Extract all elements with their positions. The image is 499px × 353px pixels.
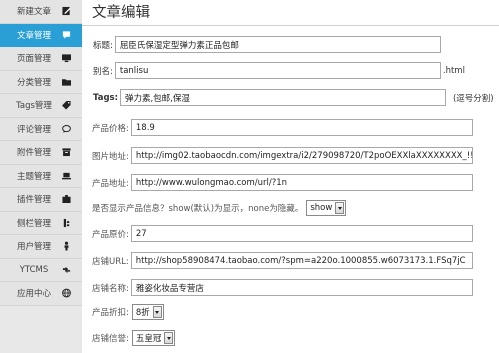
sidebar-icon bbox=[62, 218, 71, 227]
shop-url-row: 店铺URL: http://shop58908474.taobao.com/?s… bbox=[92, 252, 473, 269]
sidebar-item-label: 分类管理 bbox=[16, 77, 51, 88]
discount-select[interactable]: 8折 bbox=[131, 304, 164, 320]
page-title: 文章编辑 bbox=[92, 5, 150, 21]
image-label: 图片地址: bbox=[92, 151, 129, 162]
sidebar-item-ytcms[interactable]: YTCMS bbox=[0, 258, 82, 282]
monitor-icon bbox=[62, 54, 71, 63]
price-input[interactable]: 18.9 bbox=[130, 119, 473, 136]
product-url-row: 产品地址: http://www.wulongmao.com/url/?1n bbox=[92, 174, 473, 191]
sidebar-item-label: YTCMS bbox=[19, 264, 49, 275]
price-label: 产品价格: bbox=[92, 123, 129, 134]
sidebar-item-page-manage[interactable]: 页面管理 bbox=[0, 47, 82, 71]
discount-label: 产品折扣: bbox=[92, 308, 129, 318]
sidebar-item-label: Tags管理 bbox=[16, 101, 52, 112]
sidebar-item-attachment-manage[interactable]: 附件管理 bbox=[0, 141, 82, 165]
orig-price-label: 产品原价: bbox=[92, 229, 129, 240]
sidebar-item-tags-manage[interactable]: Tags管理 bbox=[0, 94, 82, 118]
credit-row: 店铺信誉: 五皇冠 bbox=[92, 330, 176, 346]
image-url-input[interactable]: http://img02.taobaocdn.com/imgextra/i2/2… bbox=[130, 147, 473, 164]
product-url-input[interactable]: http://www.wulongmao.com/url/?1n bbox=[130, 174, 473, 191]
sidebar-item-label: 评论管理 bbox=[16, 124, 51, 135]
shop-name-label: 店铺名称: bbox=[92, 283, 129, 294]
user-icon bbox=[62, 241, 71, 251]
title-label: 标题: bbox=[93, 40, 113, 51]
show-info-label: 是否显示产品信息？show(默认)为显示，none为隐藏。 bbox=[92, 204, 304, 214]
sidebar-item-label: 文章管理 bbox=[16, 30, 51, 41]
orig-price-input[interactable]: 27 bbox=[130, 225, 473, 242]
sidebar-item-label: 应用中心 bbox=[16, 289, 51, 300]
alias-input[interactable]: tanlisu bbox=[114, 62, 441, 79]
shop-name-input[interactable]: 雅姿化妆品专营店 bbox=[130, 279, 473, 296]
globe-icon bbox=[62, 288, 71, 298]
sidebar-item-label: 用户管理 bbox=[16, 242, 51, 253]
sidebar: 新建文章 文章管理 页面管理 分类管理 Tags管理 评论管理 附件管理 主题管… bbox=[0, 0, 82, 353]
credit-selected: 五皇冠 bbox=[135, 334, 162, 344]
sidebar-item-new-article[interactable]: 新建文章 bbox=[0, 0, 82, 24]
puzzle-icon bbox=[62, 195, 71, 204]
sidebar-item-label: 侧栏管理 bbox=[16, 218, 51, 229]
sidebar-item-article-manage[interactable]: 文章管理 bbox=[0, 23, 82, 47]
comment-icon bbox=[62, 30, 71, 39]
sidebar-item-user-manage[interactable]: 用户管理 bbox=[0, 235, 82, 259]
credit-select[interactable]: 五皇冠 bbox=[131, 330, 176, 346]
link-icon bbox=[62, 265, 71, 274]
sidebar-item-label: 新建文章 bbox=[16, 7, 51, 18]
tags-label: Tags: bbox=[93, 92, 118, 103]
speech-bubble-icon bbox=[62, 124, 71, 133]
folder-icon bbox=[62, 77, 71, 86]
alias-label: 别名: bbox=[93, 66, 113, 77]
sidebar-item-label: 插件管理 bbox=[16, 195, 51, 206]
shop-url-label: 店铺URL: bbox=[92, 256, 129, 267]
sidebar-item-theme-manage[interactable]: 主题管理 bbox=[0, 164, 82, 188]
title-input[interactable]: 屈臣氏保湿定型弹力素正品包邮 bbox=[114, 36, 441, 53]
show-info-select[interactable]: show bbox=[306, 200, 347, 216]
laptop-icon bbox=[62, 171, 71, 180]
sidebar-item-app-center[interactable]: 应用中心 bbox=[0, 282, 82, 306]
shop-name-row: 店铺名称: 雅姿化妆品专营店 bbox=[92, 279, 473, 296]
sidebar-item-label: 页面管理 bbox=[16, 54, 51, 65]
show-info-row: 是否显示产品信息？show(默认)为显示，none为隐藏。 show bbox=[92, 200, 347, 216]
sidebar-item-comment-manage[interactable]: 评论管理 bbox=[0, 117, 82, 141]
price-row: 产品价格: 18.9 bbox=[92, 119, 473, 136]
chevron-down-icon bbox=[152, 306, 162, 318]
sidebar-item-sidebar-manage[interactable]: 侧栏管理 bbox=[0, 211, 82, 235]
image-row: 图片地址: http://img02.taobaocdn.com/imgextr… bbox=[92, 147, 473, 164]
tags-input[interactable]: 弹力素,包邮,保湿 bbox=[119, 89, 446, 106]
sidebar-item-label: 主题管理 bbox=[16, 171, 51, 182]
discount-selected: 8折 bbox=[135, 308, 150, 318]
title-row: 标题: 屈臣氏保湿定型弹力素正品包邮 bbox=[93, 36, 441, 53]
sidebar-item-label: 附件管理 bbox=[16, 148, 51, 159]
edit-icon bbox=[62, 7, 71, 16]
orig-price-row: 产品原价: 27 bbox=[92, 225, 473, 242]
product-url-label: 产品地址: bbox=[92, 178, 129, 189]
chevron-down-icon bbox=[335, 202, 345, 214]
archive-icon bbox=[62, 148, 71, 157]
title-divider bbox=[82, 25, 499, 26]
chevron-down-icon bbox=[164, 332, 174, 344]
tags-hint: (逗号分割) bbox=[452, 93, 494, 104]
discount-row: 产品折扣: 8折 bbox=[92, 304, 164, 320]
tags-row: Tags: 弹力素,包邮,保湿 (逗号分割) bbox=[93, 89, 494, 106]
alias-row: 别名: tanlisu .html bbox=[93, 62, 465, 79]
sidebar-item-plugin-manage[interactable]: 插件管理 bbox=[0, 188, 82, 212]
sidebar-item-category-manage[interactable]: 分类管理 bbox=[0, 70, 82, 94]
alias-suffix: .html bbox=[442, 65, 465, 76]
main-content: 文章编辑 标题: 屈臣氏保湿定型弹力素正品包邮 别名: tanlisu .htm… bbox=[82, 0, 499, 353]
show-info-selected: show bbox=[310, 203, 333, 213]
shop-url-input[interactable]: http://shop58908474.taobao.com/?spm=a220… bbox=[130, 252, 473, 269]
credit-label: 店铺信誉: bbox=[92, 334, 129, 344]
tag-icon bbox=[62, 101, 71, 110]
